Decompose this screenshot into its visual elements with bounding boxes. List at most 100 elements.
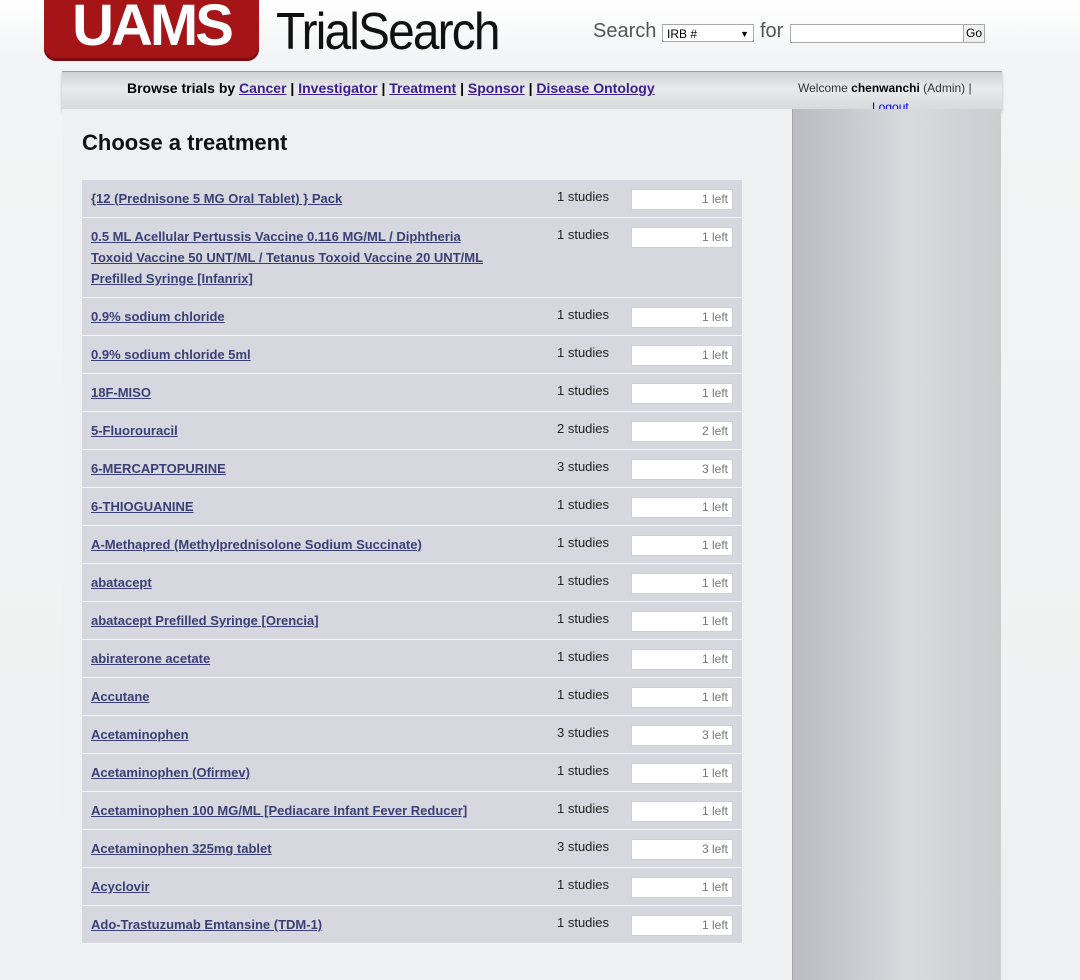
- nav-separator: |: [381, 80, 386, 96]
- study-count: 1 studies: [557, 649, 610, 664]
- studies-left-field: 1 left: [631, 611, 733, 632]
- study-count: 1 studies: [557, 497, 610, 512]
- studies-left-field: 1 left: [631, 877, 733, 898]
- study-count: 1 studies: [557, 227, 610, 242]
- username: chenwanchi: [851, 81, 920, 95]
- treatment-link[interactable]: abatacept Prefilled Syringe [Orencia]: [82, 602, 491, 639]
- treatment-row: Acetaminophen 3 studies 3 left: [82, 716, 742, 754]
- uams-logo[interactable]: UAMS: [44, 0, 259, 61]
- studies-left-field: 1 left: [631, 497, 733, 518]
- page: UAMS TrialSearch Search IRB # ▼ for Go B…: [0, 0, 1080, 980]
- studies-left-field: 3 left: [631, 459, 733, 480]
- treatment-link[interactable]: Ado-Trastuzumab Emtansine (TDM-1): [82, 906, 491, 943]
- search-type-value: IRB #: [667, 27, 698, 41]
- treatment-link[interactable]: 5-Fluorouracil: [82, 412, 491, 449]
- studies-left-field: 3 left: [631, 839, 733, 860]
- nav-link-disease-ontology[interactable]: Disease Ontology: [536, 80, 654, 96]
- treatment-link[interactable]: abiraterone acetate: [82, 640, 491, 677]
- study-count: 1 studies: [557, 915, 610, 930]
- treatment-link[interactable]: 18F-MISO: [82, 374, 491, 411]
- nav-link-treatment[interactable]: Treatment: [389, 80, 456, 96]
- study-count: 1 studies: [557, 189, 610, 204]
- chevron-down-icon: ▼: [740, 29, 749, 39]
- go-button[interactable]: Go: [963, 24, 985, 43]
- studies-left-field: 1 left: [631, 535, 733, 556]
- treatment-row: abiraterone acetate 1 studies 1 left: [82, 640, 742, 678]
- study-count: 1 studies: [557, 573, 610, 588]
- treatment-row: 0.9% sodium chloride 1 studies 1 left: [82, 298, 742, 336]
- study-count: 3 studies: [557, 839, 610, 854]
- search-input[interactable]: [790, 24, 964, 43]
- treatment-row: 18F-MISO 1 studies 1 left: [82, 374, 742, 412]
- treatment-link[interactable]: A-Methapred (Methylprednisolone Sodium S…: [82, 526, 491, 563]
- search-label: Search: [593, 20, 657, 42]
- right-sidebar: [792, 109, 1001, 980]
- study-count: 1 studies: [557, 611, 610, 626]
- study-count: 1 studies: [557, 687, 610, 702]
- study-count: 2 studies: [557, 421, 610, 436]
- studies-left-field: 1 left: [631, 345, 733, 366]
- treatment-row: Accutane 1 studies 1 left: [82, 678, 742, 716]
- treatment-row: Acyclovir 1 studies 1 left: [82, 868, 742, 906]
- treatment-link[interactable]: abatacept: [82, 564, 491, 601]
- study-count: 1 studies: [557, 307, 610, 322]
- treatment-row: 6-THIOGUANINE 1 studies 1 left: [82, 488, 742, 526]
- treatment-list: {12 (Prednisone 5 MG Oral Tablet) } Pack…: [82, 180, 742, 944]
- nav-link-cancer[interactable]: Cancer: [239, 80, 286, 96]
- studies-left-field: 1 left: [631, 573, 733, 594]
- study-count: 3 studies: [557, 725, 610, 740]
- study-count: 1 studies: [557, 345, 610, 360]
- for-label: for: [760, 20, 784, 42]
- treatment-row: Acetaminophen 325mg tablet 3 studies 3 lef…: [82, 830, 742, 868]
- treatment-row: 0.9% sodium chloride 5ml 1 studies 1 left: [82, 336, 742, 374]
- treatment-link[interactable]: 0.9% sodium chloride 5ml: [82, 336, 491, 373]
- studies-left-field: 3 left: [631, 725, 733, 746]
- studies-left-field: 1 left: [631, 687, 733, 708]
- study-count: 1 studies: [557, 535, 610, 550]
- study-count: 1 studies: [557, 763, 610, 778]
- treatment-link[interactable]: Acyclovir: [82, 868, 491, 905]
- treatment-link[interactable]: Acetaminophen 100 MG/ML [Pediacare Infan…: [82, 792, 491, 829]
- nav-separator: |: [460, 80, 465, 96]
- page-title: Choose a treatment: [82, 130, 288, 155]
- treatment-link[interactable]: 0.9% sodium chloride: [82, 298, 491, 335]
- studies-left-field: 1 left: [631, 801, 733, 822]
- study-count: 1 studies: [557, 801, 610, 816]
- app-title: TrialSearch: [276, 3, 500, 61]
- study-count: 1 studies: [557, 877, 610, 892]
- treatment-row: Acetaminophen (Ofirmev) 1 studies 1 left: [82, 754, 742, 792]
- studies-left-field: 1 left: [631, 915, 733, 936]
- study-count: 3 studies: [557, 459, 610, 474]
- treatment-link[interactable]: 0.5 ML Acellular Pertussis Vaccine 0.116…: [82, 218, 491, 297]
- treatment-link[interactable]: Accutane: [82, 678, 491, 715]
- nav-link-investigator[interactable]: Investigator: [298, 80, 377, 96]
- treatment-row: Acetaminophen 100 MG/ML [Pediacare Infan…: [82, 792, 742, 830]
- studies-left-field: 1 left: [631, 189, 733, 210]
- studies-left-field: 1 left: [631, 649, 733, 670]
- user-role: (Admin) |: [923, 81, 972, 95]
- treatment-row: Ado-Trastuzumab Emtansine (TDM-1) 1 studi…: [82, 906, 742, 944]
- browse-trials-nav: Browse trials by Cancer | Investigator |…: [127, 80, 655, 96]
- nav-link-sponsor[interactable]: Sponsor: [468, 80, 525, 96]
- treatment-link[interactable]: 6-THIOGUANINE: [82, 488, 491, 525]
- welcome-message: Welcome chenwanchi (Admin) |: [798, 81, 972, 95]
- treatment-row: 6-MERCAPTOPURINE 3 studies 3 left: [82, 450, 742, 488]
- treatment-row: 0.5 ML Acellular Pertussis Vaccine 0.116…: [82, 218, 742, 298]
- treatment-link[interactable]: Acetaminophen (Ofirmev): [82, 754, 491, 791]
- treatment-link[interactable]: 6-MERCAPTOPURINE: [82, 450, 491, 487]
- nav-separator: |: [290, 80, 295, 96]
- treatment-link[interactable]: Acetaminophen 325mg tablet: [82, 830, 491, 867]
- treatment-row: A-Methapred (Methylprednisolone Sodium S…: [82, 526, 742, 564]
- treatment-row: {12 (Prednisone 5 MG Oral Tablet) } Pack…: [82, 180, 742, 218]
- browse-prefix: Browse trials by: [127, 80, 236, 96]
- treatment-row: abatacept Prefilled Syringe [Orencia] 1 s…: [82, 602, 742, 640]
- treatment-link[interactable]: Acetaminophen: [82, 716, 491, 753]
- welcome-prefix: Welcome: [798, 81, 848, 95]
- studies-left-field: 1 left: [631, 227, 733, 248]
- studies-left-field: 2 left: [631, 421, 733, 442]
- studies-left-field: 1 left: [631, 763, 733, 784]
- study-count: 1 studies: [557, 383, 610, 398]
- search-type-select[interactable]: IRB # ▼: [662, 24, 754, 42]
- studies-left-field: 1 left: [631, 307, 733, 328]
- treatment-link[interactable]: {12 (Prednisone 5 MG Oral Tablet) } Pack: [82, 180, 491, 217]
